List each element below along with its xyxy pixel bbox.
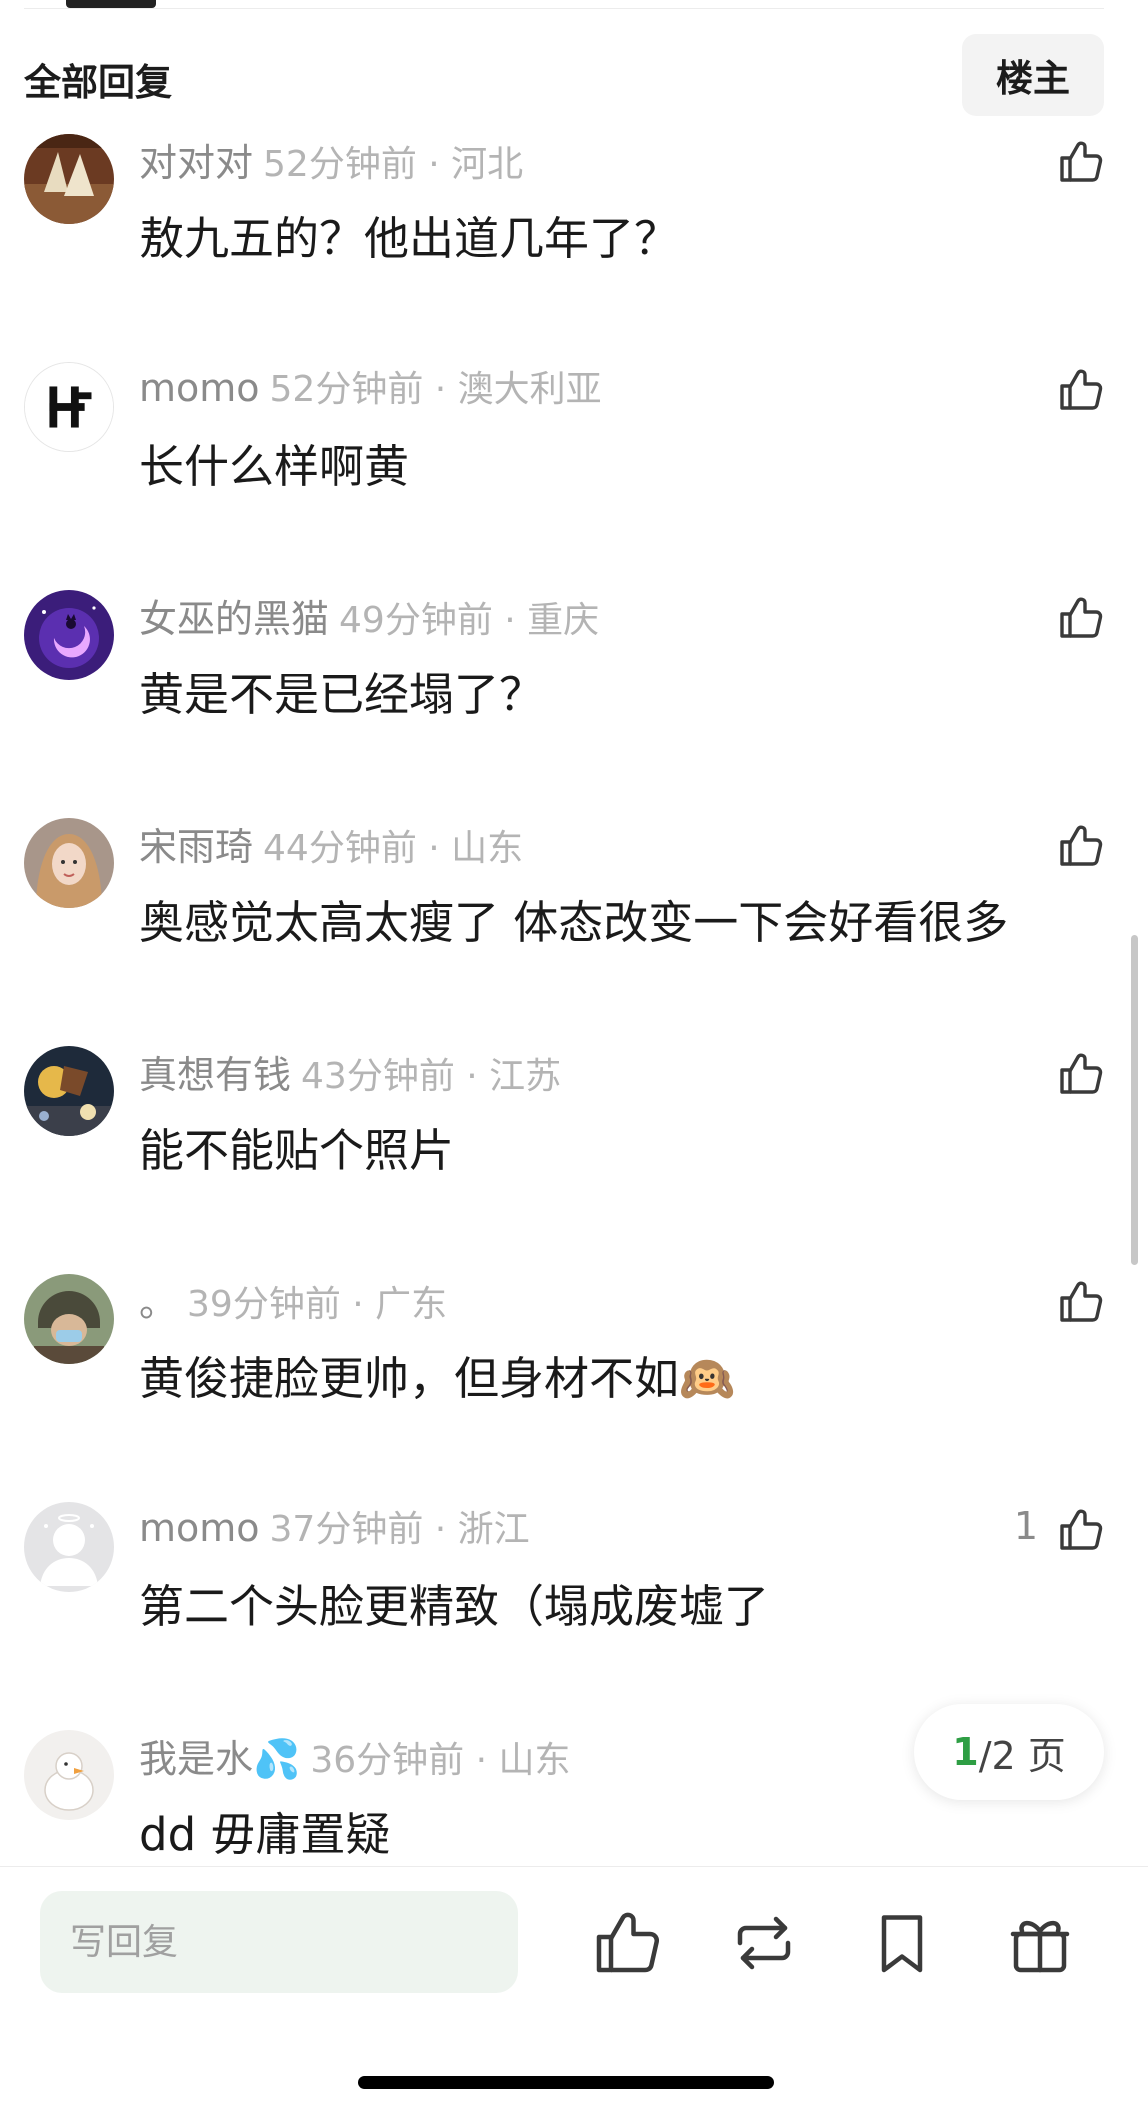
comment-time: 49分钟前 · 重庆 <box>339 600 600 641</box>
comment-text: dd 毋庸置疑 <box>139 1808 391 1861</box>
gift-icon[interactable] <box>1004 1907 1076 1979</box>
thumbs-up-icon[interactable] <box>1056 1278 1104 1326</box>
avatar[interactable] <box>24 1730 114 1820</box>
comment-time: 36分钟前 · 山东 <box>310 1740 571 1781</box>
comment-item: momo 52分钟前 · 澳大利亚 长什么样啊黄 <box>0 346 1148 574</box>
avatar[interactable] <box>24 590 114 680</box>
avatar[interactable] <box>24 362 114 452</box>
current-page: 1 <box>952 1730 979 1774</box>
comment-text: 奥感觉太高太瘦了 体态改变一下会好看很多 <box>139 896 1009 949</box>
like-count: 1 <box>1013 1504 1038 1548</box>
bookmark-icon[interactable] <box>866 1907 938 1979</box>
comment-text: 黄是不是已经塌了？ <box>139 668 545 721</box>
comment-text: 敖九五的？他出道几年了？ <box>139 212 680 265</box>
comment-time: 37分钟前 · 浙江 <box>269 1509 530 1550</box>
username[interactable]: 。 <box>139 1281 177 1325</box>
reply-input[interactable] <box>40 1891 518 1993</box>
username[interactable]: momo <box>139 1506 260 1550</box>
tab-indicator <box>66 0 156 8</box>
comment-item: 真想有钱 43分钟前 · 江苏 能不能贴个照片 <box>0 1030 1148 1258</box>
comment-text: 黄俊捷脸更帅，但身材不如🙉 <box>139 1352 736 1405</box>
comment-time: 52分钟前 · 澳大利亚 <box>269 369 602 410</box>
comment-item: 。 39分钟前 · 广东 黄俊捷脸更帅，但身材不如🙉 <box>0 1258 1148 1486</box>
thumbs-up-icon[interactable] <box>1056 1050 1104 1098</box>
username[interactable]: 女巫的黑猫 <box>139 597 329 641</box>
comment-text: 第二个头脸更精致（塌成废墟了 <box>139 1580 770 1633</box>
pagination-indicator[interactable]: 1/2 页 <box>914 1704 1104 1800</box>
comment-text: 能不能贴个照片 <box>139 1124 455 1177</box>
comment-time: 39分钟前 · 广东 <box>187 1284 448 1325</box>
username[interactable]: 真想有钱 <box>139 1053 291 1097</box>
username[interactable]: 我是水💦 <box>139 1737 300 1781</box>
total-pages: /2 页 <box>978 1733 1066 1778</box>
comment-item: 宋雨琦 44分钟前 · 山东 奥感觉太高太瘦了 体态改变一下会好看很多 <box>0 802 1148 1030</box>
thumbs-up-icon[interactable] <box>1056 594 1104 642</box>
avatar[interactable] <box>24 818 114 908</box>
username[interactable]: 对对对 <box>139 141 253 185</box>
comment-time: 44分钟前 · 山东 <box>263 828 524 869</box>
avatar[interactable] <box>24 1274 114 1364</box>
comment-item: momo 37分钟前 · 浙江 第二个头脸更精致（塌成废墟了 1 <box>0 1486 1148 1714</box>
thumbs-up-icon[interactable] <box>1056 822 1104 870</box>
avatar[interactable] <box>24 134 114 224</box>
comment-time: 43分钟前 · 江苏 <box>301 1056 562 1097</box>
comment-item: 对对对 52分钟前 · 河北 敖九五的？他出道几年了？ <box>0 118 1148 346</box>
top-divider <box>24 8 1104 9</box>
all-replies-title: 全部回复 <box>24 61 172 104</box>
scrollbar[interactable] <box>1131 935 1138 1265</box>
avatar[interactable] <box>24 1046 114 1136</box>
thumbs-up-icon[interactable] <box>590 1907 662 1979</box>
thumbs-up-icon[interactable] <box>1056 138 1104 186</box>
comment-text: 长什么样啊黄 <box>139 440 410 493</box>
home-indicator[interactable] <box>358 2076 774 2089</box>
thumbs-up-icon[interactable] <box>1056 1506 1104 1554</box>
username[interactable]: 宋雨琦 <box>139 825 253 869</box>
username[interactable]: momo <box>139 366 260 410</box>
repost-icon[interactable] <box>728 1907 800 1979</box>
avatar[interactable] <box>24 1502 114 1592</box>
thumbs-up-icon[interactable] <box>1056 366 1104 414</box>
op-only-button[interactable]: 楼主 <box>962 34 1104 116</box>
comment-time: 52分钟前 · 河北 <box>263 144 524 185</box>
comment-item: 女巫的黑猫 49分钟前 · 重庆 黄是不是已经塌了？ <box>0 574 1148 802</box>
